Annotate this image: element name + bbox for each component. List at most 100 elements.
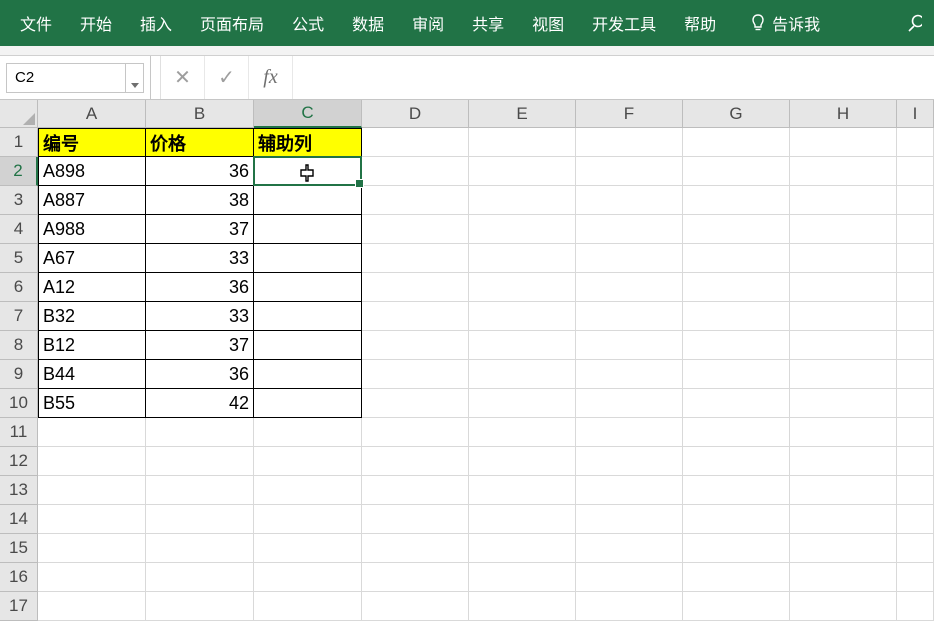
cell-F6[interactable] <box>576 273 683 302</box>
row-header-10[interactable]: 10 <box>0 389 38 418</box>
tab-file[interactable]: 文件 <box>6 0 66 46</box>
cell-E10[interactable] <box>469 389 576 418</box>
cell-G10[interactable] <box>683 389 790 418</box>
col-header-F[interactable]: F <box>576 100 683 128</box>
cell-D6[interactable] <box>362 273 469 302</box>
cell-B14[interactable] <box>146 505 254 534</box>
cell-A7[interactable]: B32 <box>38 302 146 331</box>
cell-A14[interactable] <box>38 505 146 534</box>
tab-page-layout[interactable]: 页面布局 <box>186 0 278 46</box>
cell-E13[interactable] <box>469 476 576 505</box>
tab-help[interactable]: 帮助 <box>670 0 730 46</box>
name-box[interactable] <box>6 63 126 93</box>
col-header-B[interactable]: B <box>146 100 254 128</box>
cell-A2[interactable]: A898 <box>38 157 146 186</box>
cell-B10[interactable]: 42 <box>146 389 254 418</box>
cell-I1[interactable] <box>897 128 934 157</box>
row-header-6[interactable]: 6 <box>0 273 38 302</box>
cell-B7[interactable]: 33 <box>146 302 254 331</box>
cell-D1[interactable] <box>362 128 469 157</box>
cell-G15[interactable] <box>683 534 790 563</box>
cell-H6[interactable] <box>790 273 897 302</box>
cell-G2[interactable] <box>683 157 790 186</box>
cell-F5[interactable] <box>576 244 683 273</box>
cell-C3[interactable] <box>254 186 362 215</box>
cell-F15[interactable] <box>576 534 683 563</box>
col-header-A[interactable]: A <box>38 100 146 128</box>
cell-C1[interactable]: 辅助列 <box>254 128 362 157</box>
cell-G17[interactable] <box>683 592 790 621</box>
cell-G11[interactable] <box>683 418 790 447</box>
cell-G12[interactable] <box>683 447 790 476</box>
cell-G13[interactable] <box>683 476 790 505</box>
row-header-14[interactable]: 14 <box>0 505 38 534</box>
cell-H17[interactable] <box>790 592 897 621</box>
cell-C14[interactable] <box>254 505 362 534</box>
cell-A5[interactable]: A67 <box>38 244 146 273</box>
cell-F1[interactable] <box>576 128 683 157</box>
cell-F8[interactable] <box>576 331 683 360</box>
cell-I3[interactable] <box>897 186 934 215</box>
cell-I10[interactable] <box>897 389 934 418</box>
cell-F12[interactable] <box>576 447 683 476</box>
cell-F16[interactable] <box>576 563 683 592</box>
cell-F17[interactable] <box>576 592 683 621</box>
cell-G14[interactable] <box>683 505 790 534</box>
cell-I11[interactable] <box>897 418 934 447</box>
cell-C11[interactable] <box>254 418 362 447</box>
cell-B3[interactable]: 38 <box>146 186 254 215</box>
cell-G5[interactable] <box>683 244 790 273</box>
cell-D16[interactable] <box>362 563 469 592</box>
row-header-2[interactable]: 2 <box>0 157 38 186</box>
row-header-5[interactable]: 5 <box>0 244 38 273</box>
cell-E2[interactable] <box>469 157 576 186</box>
cell-I17[interactable] <box>897 592 934 621</box>
row-header-8[interactable]: 8 <box>0 331 38 360</box>
cell-E3[interactable] <box>469 186 576 215</box>
cell-F3[interactable] <box>576 186 683 215</box>
row-header-4[interactable]: 4 <box>0 215 38 244</box>
cell-A1[interactable]: 编号 <box>38 128 146 157</box>
cell-E15[interactable] <box>469 534 576 563</box>
formula-cancel-button[interactable]: ✕ <box>161 56 205 99</box>
cell-A4[interactable]: A988 <box>38 215 146 244</box>
tab-share[interactable]: 共享 <box>458 0 518 46</box>
cell-B4[interactable]: 37 <box>146 215 254 244</box>
col-header-G[interactable]: G <box>683 100 790 128</box>
cell-H8[interactable] <box>790 331 897 360</box>
formula-input[interactable] <box>293 56 934 99</box>
cell-B2[interactable]: 36 <box>146 157 254 186</box>
cell-C13[interactable] <box>254 476 362 505</box>
cell-B11[interactable] <box>146 418 254 447</box>
cell-F13[interactable] <box>576 476 683 505</box>
cell-F2[interactable] <box>576 157 683 186</box>
cell-H3[interactable] <box>790 186 897 215</box>
cell-H1[interactable] <box>790 128 897 157</box>
cell-B15[interactable] <box>146 534 254 563</box>
cell-B6[interactable]: 36 <box>146 273 254 302</box>
cell-A6[interactable]: A12 <box>38 273 146 302</box>
cell-D11[interactable] <box>362 418 469 447</box>
tab-formulas[interactable]: 公式 <box>278 0 338 46</box>
tab-home[interactable]: 开始 <box>66 0 126 46</box>
cell-C5[interactable] <box>254 244 362 273</box>
cell-C4[interactable] <box>254 215 362 244</box>
cell-D13[interactable] <box>362 476 469 505</box>
row-header-12[interactable]: 12 <box>0 447 38 476</box>
cell-A11[interactable] <box>38 418 146 447</box>
cell-B17[interactable] <box>146 592 254 621</box>
cell-A3[interactable]: A887 <box>38 186 146 215</box>
cell-D17[interactable] <box>362 592 469 621</box>
cell-C16[interactable] <box>254 563 362 592</box>
cell-I6[interactable] <box>897 273 934 302</box>
cell-E16[interactable] <box>469 563 576 592</box>
cell-E4[interactable] <box>469 215 576 244</box>
cell-E14[interactable] <box>469 505 576 534</box>
cell-H13[interactable] <box>790 476 897 505</box>
cell-I7[interactable] <box>897 302 934 331</box>
cell-F9[interactable] <box>576 360 683 389</box>
cell-H7[interactable] <box>790 302 897 331</box>
cell-A16[interactable] <box>38 563 146 592</box>
cell-I15[interactable] <box>897 534 934 563</box>
cell-I13[interactable] <box>897 476 934 505</box>
